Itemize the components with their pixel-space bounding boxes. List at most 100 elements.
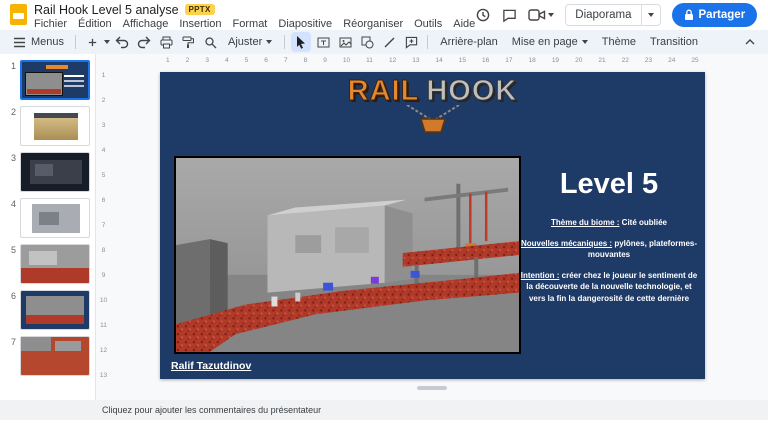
menu-format[interactable]: Format	[233, 18, 268, 30]
thumb-art	[26, 315, 84, 324]
insert-image-icon[interactable]	[335, 32, 355, 52]
menu-edition[interactable]: Édition	[78, 18, 112, 30]
comment-icon[interactable]	[502, 8, 517, 23]
filmstrip: 1 2 3 4 5 6 7	[0, 54, 96, 400]
thumb-art	[21, 337, 51, 351]
ruler-number: 11	[100, 322, 107, 329]
insert-line-icon[interactable]	[379, 32, 399, 52]
thumb-art	[55, 341, 81, 351]
zoom-fit-dropdown[interactable]: Ajuster	[222, 32, 278, 52]
ruler-number: 9	[323, 57, 327, 64]
share-label: Partager	[698, 9, 746, 21]
layout-dropdown[interactable]: Mise en page	[506, 32, 594, 52]
filmstrip-row: 5	[2, 244, 95, 284]
theme-button[interactable]: Thème	[596, 32, 642, 52]
insert-comment-icon[interactable]	[401, 32, 421, 52]
logo-hook-text: HOOK	[426, 75, 518, 107]
logo-rail-text: RAIL	[347, 75, 420, 107]
slide-thumbnail-5[interactable]	[20, 244, 90, 284]
slide-number: 2	[10, 107, 16, 117]
document-title[interactable]: Rail Hook Level 5 analyse	[34, 3, 179, 17]
menu-insertion[interactable]: Insertion	[179, 18, 221, 30]
bullet-mecaniques: Nouvelles mécaniques : pylônes, platefor…	[520, 238, 698, 260]
thumb-art	[21, 268, 89, 283]
menu-reorganiser[interactable]: Réorganiser	[343, 18, 403, 30]
diaporama-button[interactable]: Diaporama	[565, 4, 661, 26]
hamburger-icon	[13, 37, 26, 48]
menu-fichier[interactable]: Fichier	[34, 18, 67, 30]
ruler-number: 9	[101, 272, 106, 279]
slide-thumbnail-4[interactable]	[20, 198, 90, 238]
ruler-number: 10	[342, 57, 351, 64]
ruler-number: 22	[621, 57, 629, 64]
thumb-art	[34, 113, 78, 118]
notes-resize-handle[interactable]	[417, 386, 447, 390]
slide-number: 4	[10, 199, 16, 209]
workarea: 1 2 3 4 5 6 7 8 9 10 11 12 13 14 15 16 17 18 19 20 21 22 23 24 2…	[96, 54, 768, 400]
ruler-number: 12	[99, 347, 108, 354]
toolbar: Menus Ajuster Arrière-plan Mise en page …	[0, 30, 768, 54]
slide-thumbnail-3[interactable]	[20, 152, 90, 192]
text-box-icon[interactable]	[313, 32, 333, 52]
author-name[interactable]: Ralif Tazutdinov	[171, 360, 251, 372]
undo-icon[interactable]	[112, 32, 132, 52]
select-tool-icon[interactable]	[291, 32, 312, 52]
level-screenshot[interactable]	[174, 156, 521, 354]
slide-thumbnail-6[interactable]	[20, 290, 90, 330]
menus-button[interactable]: Menus	[8, 36, 69, 48]
ruler-number: 15	[458, 57, 466, 64]
diaporama-caret-icon[interactable]	[642, 13, 660, 17]
ruler-number: 23	[644, 57, 653, 64]
pptx-badge: PPTX	[184, 4, 215, 15]
menu-outils[interactable]: Outils	[414, 18, 442, 30]
menus-label: Menus	[31, 36, 65, 48]
diaporama-label: Diaporama	[575, 9, 632, 21]
ruler-number: 25	[691, 57, 699, 64]
slide-thumbnail-7[interactable]	[20, 336, 90, 376]
new-slide-caret-icon[interactable]	[104, 40, 111, 44]
slides-app-icon[interactable]	[10, 4, 27, 25]
bullet-intention: Intention : créer chez le joueur le sent…	[520, 270, 698, 303]
menu-aide[interactable]: Aide	[453, 18, 475, 30]
insert-shape-icon[interactable]	[357, 32, 377, 52]
ruler-number: 14	[435, 57, 443, 64]
hook-icon	[405, 105, 460, 133]
meet-camera-icon[interactable]	[528, 8, 555, 22]
slide-thumbnail-2[interactable]	[20, 106, 90, 146]
paint-format-icon[interactable]	[178, 32, 198, 52]
version-history-icon[interactable]	[475, 7, 491, 23]
ruler-number: 3	[101, 122, 106, 129]
railhook-logo[interactable]: RAIL HOOK	[160, 75, 705, 133]
ruler-number: 4	[224, 57, 229, 64]
redo-icon[interactable]	[134, 32, 154, 52]
ruler-number: 16	[482, 57, 490, 64]
background-button[interactable]: Arrière-plan	[434, 32, 503, 52]
print-icon[interactable]	[156, 32, 176, 52]
toolbar-separator	[75, 35, 77, 49]
speaker-notes[interactable]: Cliquez pour ajouter les commentaires du…	[0, 400, 768, 420]
slide-canvas[interactable]: RAIL HOOK Level 5 Thème du biome: Cité …	[160, 72, 705, 379]
ruler-number: 7	[283, 57, 288, 64]
collapse-toolbar-icon[interactable]	[740, 37, 760, 47]
ruler-number: 5	[101, 172, 106, 179]
ruler-number: 21	[598, 57, 606, 64]
thumb-art	[46, 65, 68, 69]
zoom-icon[interactable]	[200, 32, 220, 52]
ruler-number: 13	[99, 372, 108, 379]
menu-affichage[interactable]: Affichage	[123, 18, 169, 30]
slide-number: 7	[10, 337, 16, 347]
filmstrip-row: 2	[2, 106, 95, 146]
ruler-number: 2	[101, 97, 106, 104]
slide-thumbnail-1[interactable]	[20, 60, 90, 100]
filmstrip-row: 4	[2, 198, 95, 238]
ruler-number: 4	[101, 147, 106, 154]
filmstrip-row: 1	[2, 60, 95, 100]
share-button[interactable]: Partager	[671, 3, 758, 27]
ruler-number: 5	[244, 57, 249, 64]
ruler-number: 19	[551, 57, 560, 64]
ruler-number: 11	[366, 57, 373, 64]
transition-button[interactable]: Transition	[644, 32, 704, 52]
new-slide-button[interactable]	[82, 32, 102, 52]
menu-diapositive[interactable]: Diapositive	[278, 18, 332, 30]
slide-text-block[interactable]: Level 5 Thème du biome : Cité oubliée No…	[520, 168, 698, 314]
